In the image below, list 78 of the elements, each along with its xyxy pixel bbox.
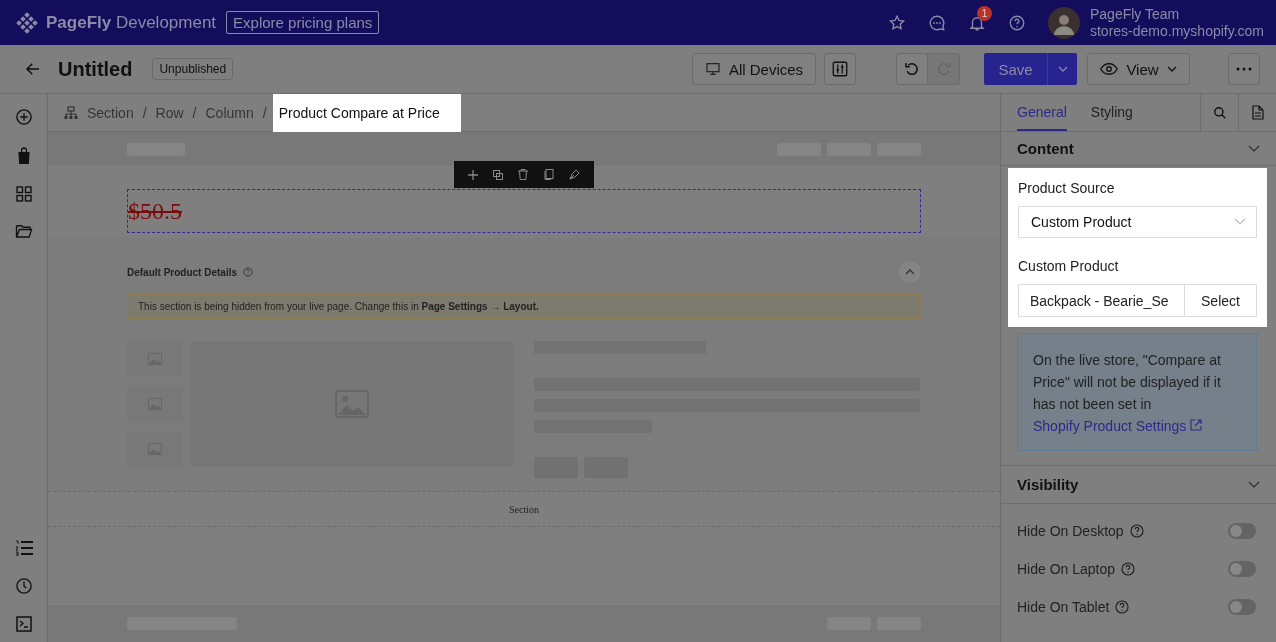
monitor-icon [704, 61, 721, 77]
breadcrumb-item[interactable]: Section [87, 104, 134, 121]
brand-name: PageFly Development [46, 12, 217, 33]
pen-icon[interactable] [569, 169, 581, 180]
trash-icon[interactable] [518, 169, 529, 180]
page-title: Untitled [58, 57, 133, 81]
folder-icon[interactable] [14, 223, 33, 239]
info-text: On the live store, "Compare at Price" will not be displayed if it has not been set in Shopify Product Settings [1033, 351, 1222, 436]
panel-tab[interactable]: General [1017, 94, 1067, 131]
undo-button[interactable] [896, 53, 928, 85]
content-section-header[interactable]: Content [1001, 132, 1276, 166]
logo-icon [16, 11, 38, 34]
notification-badge: 1 [977, 5, 992, 21]
breadcrumb-item[interactable]: Row [155, 104, 184, 121]
terminal-icon[interactable] [15, 616, 32, 632]
product-source-dropdown[interactable]: Custom Product [1018, 206, 1257, 238]
panel-tab[interactable]: Styling [1090, 94, 1133, 131]
avatar[interactable] [1048, 6, 1080, 39]
caret-up-icon [905, 268, 915, 276]
selected-element-outline[interactable]: $50.5 [127, 189, 921, 233]
breadcrumb-item[interactable]: Column [205, 104, 254, 121]
sliders-icon [831, 60, 849, 78]
caret-icon [1057, 64, 1068, 74]
section-heading: Visibility [1017, 476, 1079, 493]
section-heading: Content [1017, 140, 1074, 157]
chevron-icon [1234, 218, 1246, 226]
chevron-icon [1248, 144, 1260, 153]
duplicate-icon[interactable] [493, 169, 504, 180]
add-icon[interactable] [14, 108, 33, 126]
pricing-link[interactable]: Explore pricing plans [226, 11, 380, 34]
toggle-label: Hide On Laptop [1017, 561, 1116, 577]
field-label: Product Source [1018, 180, 1116, 196]
chat-icon[interactable] [928, 13, 946, 32]
breadcrumb-separator: / [192, 104, 197, 121]
shopify-settings-link[interactable]: Shopify Product Settings [1033, 418, 1187, 434]
search-icon [1212, 105, 1227, 120]
undo-icon [903, 60, 921, 78]
add-icon[interactable] [467, 169, 478, 180]
user-name: PageFly Team [1090, 5, 1181, 23]
breadcrumb-separator: / [262, 104, 267, 121]
star-icon[interactable] [888, 13, 906, 32]
toggle-switch[interactable] [1228, 561, 1256, 577]
visibility-section-header[interactable]: Visibility [1001, 465, 1276, 504]
hierarchy-icon [64, 105, 78, 120]
dropdown-value: Custom Product [1031, 214, 1132, 230]
back-arrow-icon[interactable] [24, 60, 42, 78]
help-icon[interactable] [1115, 600, 1130, 614]
toggle-label: Hide On Tablet [1017, 599, 1110, 615]
toggle-label: Hide On Desktop [1017, 523, 1124, 539]
toggle-switch[interactable] [1228, 599, 1256, 615]
section-label: Section [509, 503, 539, 515]
view-button[interactable]: View [1087, 53, 1190, 85]
field-label: Custom Product [1018, 258, 1120, 274]
status-tag: Unpublished [152, 58, 234, 80]
caret-icon [1166, 64, 1177, 74]
help-icon[interactable] [1008, 13, 1026, 32]
details-title: Default Product Details [127, 266, 238, 278]
breadcrumb-separator: / [142, 104, 147, 121]
copy-icon[interactable] [543, 169, 554, 180]
adjust-button[interactable] [824, 53, 856, 85]
compare-at-price: $50.5 [128, 197, 182, 225]
clock-icon[interactable] [14, 577, 33, 595]
help-icon[interactable] [1121, 562, 1136, 576]
breadcrumb-item[interactable]: Product Compare at Price [272, 94, 461, 132]
grid-icon[interactable] [15, 186, 32, 202]
numbered-list-icon[interactable] [14, 540, 33, 556]
more-icon [1236, 67, 1252, 71]
help-icon[interactable] [1129, 524, 1144, 538]
store-domain: stores-demo.myshopify.com [1090, 22, 1264, 40]
hidden-section-notice: This section is being hidden from your live page. Change this in Page Settings → Layout. [127, 294, 921, 319]
toggle-switch[interactable] [1228, 523, 1256, 539]
chevron-icon [1248, 480, 1260, 489]
document-icon [1251, 105, 1264, 120]
eye-icon [1100, 62, 1119, 76]
save-button[interactable]: Save [984, 53, 1047, 85]
devices-button[interactable]: All Devices [692, 53, 816, 85]
shopping-bag-icon[interactable] [15, 147, 32, 165]
external-link-icon[interactable] [1190, 419, 1203, 431]
